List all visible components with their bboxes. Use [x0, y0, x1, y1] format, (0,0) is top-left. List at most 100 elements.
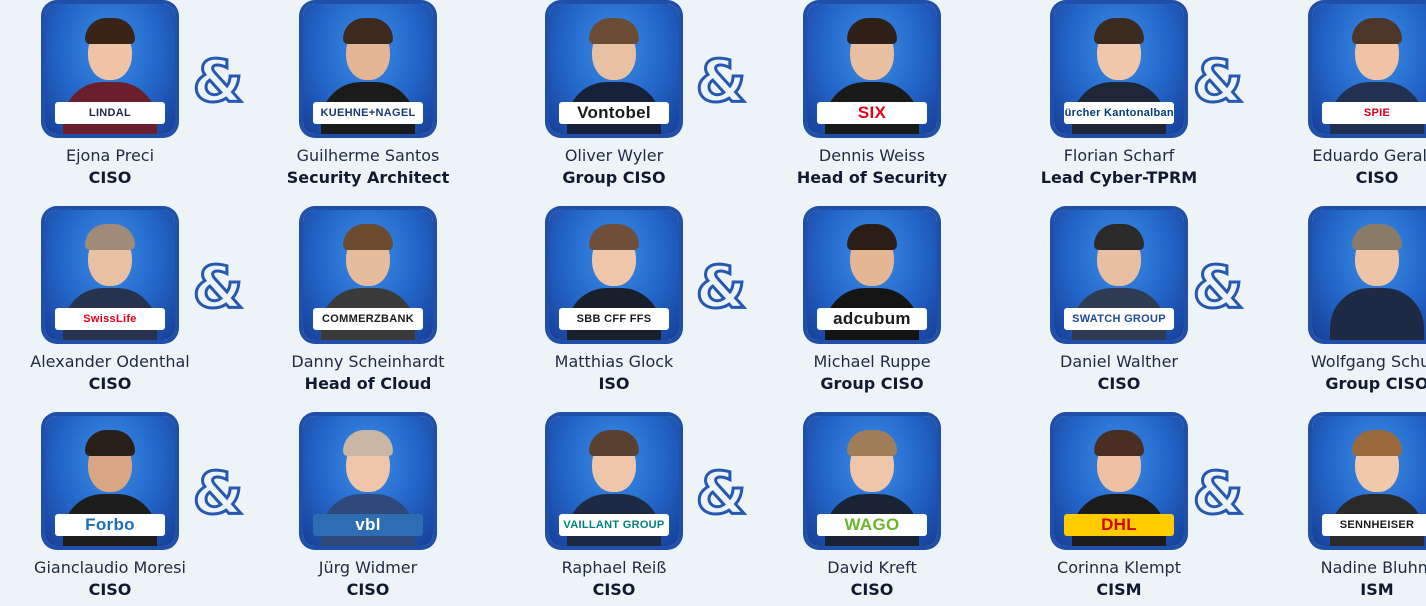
- speaker-hair: [1094, 224, 1144, 250]
- speaker-name: Alexander Odenthal: [30, 352, 190, 371]
- company-logo: LINDAL: [55, 102, 165, 124]
- speaker-photo: LINDAL: [45, 4, 175, 134]
- speaker-name: Nadine Bluhm: [1320, 558, 1426, 577]
- speaker-photo: Zürcher Kantonalbank: [1054, 4, 1184, 134]
- company-logo: SWATCH GROUP: [1064, 308, 1174, 330]
- speaker-card: SENNHEISER Nadine Bluhm ISM: [1272, 416, 1426, 606]
- speaker-photo: SWATCH GROUP: [1054, 210, 1184, 340]
- ampersand-icon: &: [191, 458, 245, 529]
- speaker-photo: vbl: [303, 416, 433, 546]
- speaker-hair: [589, 18, 639, 44]
- company-logo: Zürcher Kantonalbank: [1064, 102, 1174, 124]
- speaker-hair: [85, 224, 135, 250]
- speaker-role: Head of Security: [796, 168, 948, 187]
- company-logo: WAGO: [817, 514, 927, 536]
- speaker-card: COMMERZBANK Danny Scheinhardt Head of Clou…: [263, 210, 473, 400]
- ampersand-icon: &: [191, 252, 245, 323]
- speaker-pairs-grid: LINDAL Ejona Preci CISO KUEHNE+NAGEL Guilher…: [0, 0, 1426, 599]
- ampersand-icon: &: [191, 46, 245, 117]
- speaker-name: Daniel Walther: [1060, 352, 1178, 371]
- speaker-name: Matthias Glock: [554, 352, 674, 371]
- company-logo: SBB CFF FFS: [559, 308, 669, 330]
- speaker-name: Ejona Preci: [65, 146, 155, 165]
- company-logo: Forbo: [55, 514, 165, 536]
- speaker-photo: Forbo: [45, 416, 175, 546]
- speaker-role: CISO: [88, 374, 132, 393]
- speaker-hair: [1094, 18, 1144, 44]
- speaker-role: Group CISO: [820, 374, 924, 393]
- company-logo: DHL: [1064, 514, 1174, 536]
- speaker-hair: [589, 430, 639, 456]
- company-logo: COMMERZBANK: [313, 308, 423, 330]
- speaker-role: Lead Cyber-TPRM: [1040, 168, 1198, 187]
- speaker-role: Group CISO: [562, 168, 666, 187]
- speaker-name: Wolfgang Schurr: [1310, 352, 1426, 371]
- speaker-card: WAGO David Kreft CISO: [767, 416, 977, 606]
- speaker-name: David Kreft: [827, 558, 917, 577]
- ampersand-icon: &: [694, 458, 748, 529]
- company-logo: KUEHNE+NAGEL: [313, 102, 423, 124]
- ampersand-icon: &: [694, 46, 748, 117]
- ampersand-icon: &: [694, 252, 748, 323]
- speaker-card: SIX Dennis Weiss Head of Security: [767, 4, 977, 194]
- speaker-role: CISO: [592, 580, 636, 599]
- speaker-hair: [85, 430, 135, 456]
- speaker-hair: [85, 18, 135, 44]
- company-logo: Vontobel: [559, 102, 669, 124]
- speaker-name: Guilherme Santos: [296, 146, 440, 165]
- speaker-hair: [1352, 224, 1402, 250]
- speaker-photo: SENNHEISER: [1312, 416, 1426, 546]
- speaker-photo: DHL: [1054, 416, 1184, 546]
- ampersand-icon: &: [1191, 46, 1245, 117]
- speaker-torso: [1330, 288, 1424, 340]
- speaker-card: SPIE Eduardo Geraldi CISO: [1272, 4, 1426, 194]
- speaker-card: KUEHNE+NAGEL Guilherme Santos Security Arc…: [263, 4, 473, 194]
- company-logo: vbl: [313, 514, 423, 536]
- speaker-photo: SwissLife: [45, 210, 175, 340]
- speaker-role: CISO: [1355, 168, 1399, 187]
- speaker-photo: WAGO: [807, 416, 937, 546]
- speaker-role: Security Architect: [286, 168, 450, 187]
- speaker-name: Corinna Klempt: [1057, 558, 1181, 577]
- speaker-photo: SPIE: [1312, 4, 1426, 134]
- speaker-hair: [847, 430, 897, 456]
- company-logo: SIX: [817, 102, 927, 124]
- company-logo: SENNHEISER: [1322, 514, 1426, 536]
- speaker-hair: [589, 224, 639, 250]
- speaker-name: Jürg Widmer: [318, 558, 418, 577]
- speaker-name: Danny Scheinhardt: [291, 352, 445, 371]
- speaker-card: Wolfgang Schurr Group CISO: [1272, 210, 1426, 400]
- speaker-role: CISO: [850, 580, 894, 599]
- speaker-photo: VAILLANT GROUP: [549, 416, 679, 546]
- speaker-role: CISO: [88, 580, 132, 599]
- company-logo: VAILLANT GROUP: [559, 514, 669, 536]
- speaker-name: Oliver Wyler: [564, 146, 664, 165]
- speaker-hair: [1094, 430, 1144, 456]
- speaker-photo: KUEHNE+NAGEL: [303, 4, 433, 134]
- speaker-hair: [847, 18, 897, 44]
- speaker-role: CISO: [1097, 374, 1141, 393]
- speaker-name: Gianclaudio Moresi: [34, 558, 186, 577]
- speaker-hair: [343, 430, 393, 456]
- company-logo: adcubum: [817, 308, 927, 330]
- ampersand-icon: &: [1191, 252, 1245, 323]
- speaker-hair: [343, 18, 393, 44]
- speaker-hair: [1352, 430, 1402, 456]
- speaker-role: CISO: [346, 580, 390, 599]
- speaker-role: Group CISO: [1325, 374, 1426, 393]
- company-logo: SPIE: [1322, 102, 1426, 124]
- speaker-hair: [847, 224, 897, 250]
- speaker-role: ISO: [598, 374, 630, 393]
- speaker-card: vbl Jürg Widmer CISO: [263, 416, 473, 606]
- speaker-role: CISM: [1096, 580, 1142, 599]
- speaker-photo: SBB CFF FFS: [549, 210, 679, 340]
- speaker-photo: SIX: [807, 4, 937, 134]
- speaker-card: adcubum Michael Ruppe Group CISO: [767, 210, 977, 400]
- speaker-name: Michael Ruppe: [813, 352, 931, 371]
- speaker-name: Florian Scharf: [1063, 146, 1175, 165]
- speaker-role: Head of Cloud: [304, 374, 432, 393]
- speaker-name: Raphael Reiß: [561, 558, 667, 577]
- speaker-name: Dennis Weiss: [818, 146, 926, 165]
- speaker-photo: Vontobel: [549, 4, 679, 134]
- speaker-photo: adcubum: [807, 210, 937, 340]
